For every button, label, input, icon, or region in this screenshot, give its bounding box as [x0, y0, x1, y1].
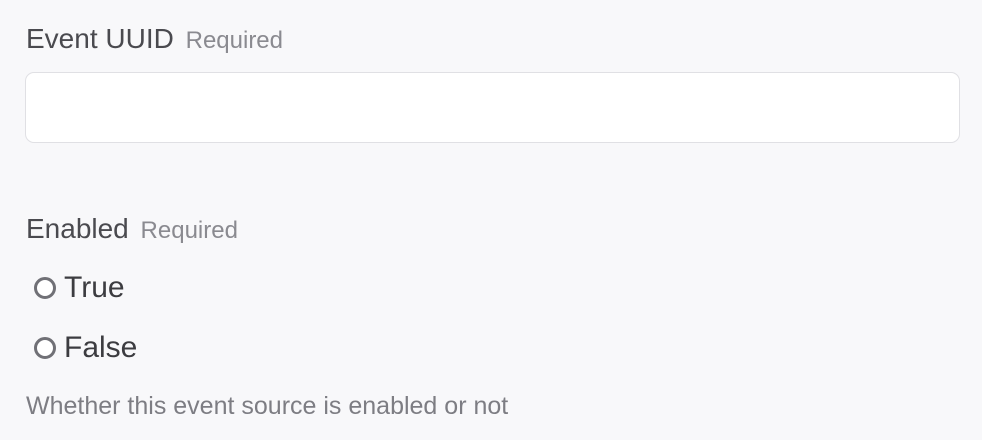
event-source-form: Event UUID Required Enabled Required Tru… — [0, 0, 982, 440]
event-uuid-label: Event UUID Required — [26, 22, 283, 58]
radio-button-false[interactable] — [34, 337, 56, 359]
required-tag: Required — [185, 27, 284, 54]
radio-button-true[interactable] — [34, 277, 56, 299]
enabled-label-text: Enabled — [26, 213, 129, 244]
enabled-label: Enabled Required — [26, 212, 238, 248]
radio-option-true[interactable]: True — [34, 271, 125, 305]
radio-option-false[interactable]: False — [34, 331, 137, 365]
event-uuid-input[interactable] — [25, 72, 960, 143]
radio-label-true: True — [64, 271, 125, 304]
enabled-help-text: Whether this event source is enabled or … — [26, 392, 509, 420]
event-uuid-label-text: Event UUID — [26, 23, 174, 54]
radio-label-false: False — [64, 331, 138, 364]
required-tag: Required — [140, 217, 238, 244]
